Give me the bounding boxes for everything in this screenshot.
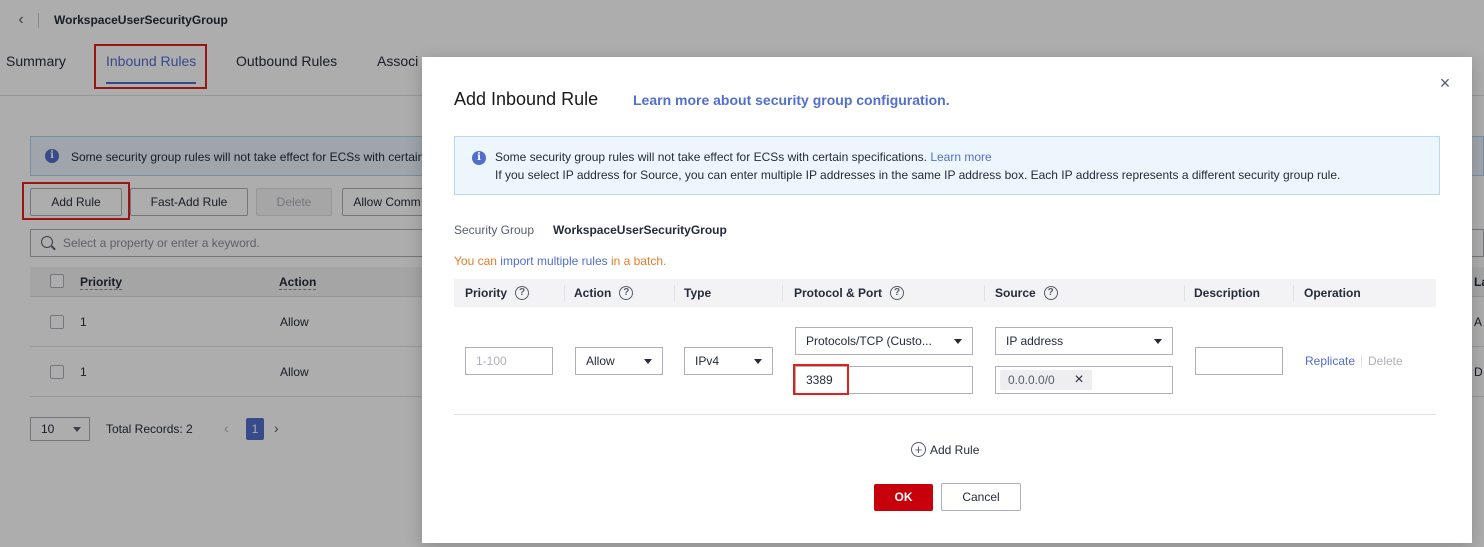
dialog-title: Add Inbound Rule xyxy=(454,89,599,109)
port-highlight-box xyxy=(793,364,849,395)
ok-button[interactable]: OK xyxy=(874,484,933,511)
import-suffix: in a batch. xyxy=(611,254,667,268)
import-hint: You can import multiple rules in a batch… xyxy=(454,254,666,268)
column-priority: Priority? xyxy=(465,279,530,307)
chevron-down-icon xyxy=(754,359,762,364)
protocol-select[interactable]: Protocols/TCP (Custo... xyxy=(795,327,973,355)
rule-table-header: Priority? Action? Type Protocol & Port? … xyxy=(454,279,1436,307)
info-icon: i xyxy=(472,151,486,165)
column-divider xyxy=(564,285,565,301)
column-divider xyxy=(1184,285,1185,301)
column-type: Type xyxy=(684,286,712,300)
column-action-label: Action xyxy=(574,286,612,300)
alert-line-1: Some security group rules will not take … xyxy=(495,150,992,164)
chevron-down-icon xyxy=(954,339,962,344)
alert-line-1-text: Some security group rules will not take … xyxy=(495,150,927,164)
help-icon[interactable]: ? xyxy=(515,285,530,300)
column-source: Source? xyxy=(995,279,1058,307)
help-icon[interactable]: ? xyxy=(619,285,634,300)
row-divider xyxy=(454,414,1436,415)
ip-address-tag: 0.0.0.0/0 × xyxy=(1000,370,1092,390)
description-input[interactable] xyxy=(1195,347,1283,375)
action-value: Allow xyxy=(586,354,615,368)
source-select[interactable]: IP address xyxy=(995,327,1173,355)
add-inbound-rule-dialog: Add Inbound Rule Learn more about securi… xyxy=(422,57,1472,543)
import-prefix: You can xyxy=(454,254,497,268)
help-icon[interactable]: ? xyxy=(890,285,905,300)
column-divider xyxy=(984,285,985,301)
close-icon[interactable]: × xyxy=(1437,74,1453,92)
column-protocol-port: Protocol & Port? xyxy=(794,279,905,307)
delete-link[interactable]: Delete xyxy=(1368,354,1403,368)
security-group-value: WorkspaceUserSecurityGroup xyxy=(553,223,727,237)
priority-input[interactable]: 1-100 xyxy=(465,347,553,375)
operation-divider xyxy=(1361,355,1362,367)
column-priority-label: Priority xyxy=(465,286,508,300)
replicate-link[interactable]: Replicate xyxy=(1305,354,1355,368)
chevron-down-icon xyxy=(644,359,652,364)
column-operation: Operation xyxy=(1304,286,1361,300)
column-description: Description xyxy=(1194,286,1261,300)
cancel-button[interactable]: Cancel xyxy=(941,483,1021,511)
column-divider xyxy=(674,285,675,301)
chevron-down-icon xyxy=(1154,339,1162,344)
action-select[interactable]: Allow xyxy=(575,347,663,375)
ip-tag-value: 0.0.0.0/0 xyxy=(1008,373,1055,387)
import-rules-link[interactable]: import multiple rules xyxy=(500,254,607,268)
alert-learn-more-link[interactable]: Learn more xyxy=(930,150,991,164)
info-alert: i Some security group rules will not tak… xyxy=(454,136,1440,195)
source-value: IP address xyxy=(1006,334,1064,348)
column-protocol-port-label: Protocol & Port xyxy=(794,286,883,300)
learn-more-link[interactable]: Learn more about security group configur… xyxy=(633,92,950,108)
column-divider xyxy=(782,285,783,301)
plus-circle-icon: + xyxy=(911,442,926,458)
type-value: IPv4 xyxy=(695,354,720,368)
close-icon[interactable]: × xyxy=(1072,370,1086,390)
add-rule-button[interactable]: + Add Rule xyxy=(911,442,980,458)
column-divider xyxy=(1293,285,1294,301)
help-icon[interactable]: ? xyxy=(1043,285,1058,300)
alert-line-2: If you select IP address for Source, you… xyxy=(495,168,1341,182)
protocol-value: Protocols/TCP (Custo... xyxy=(806,334,932,348)
column-source-label: Source xyxy=(995,286,1036,300)
priority-placeholder: 1-100 xyxy=(476,354,507,368)
type-select[interactable]: IPv4 xyxy=(684,347,773,375)
add-rule-label: Add Rule xyxy=(930,443,980,457)
security-group-label: Security Group xyxy=(454,223,535,237)
column-action: Action? xyxy=(574,279,634,307)
